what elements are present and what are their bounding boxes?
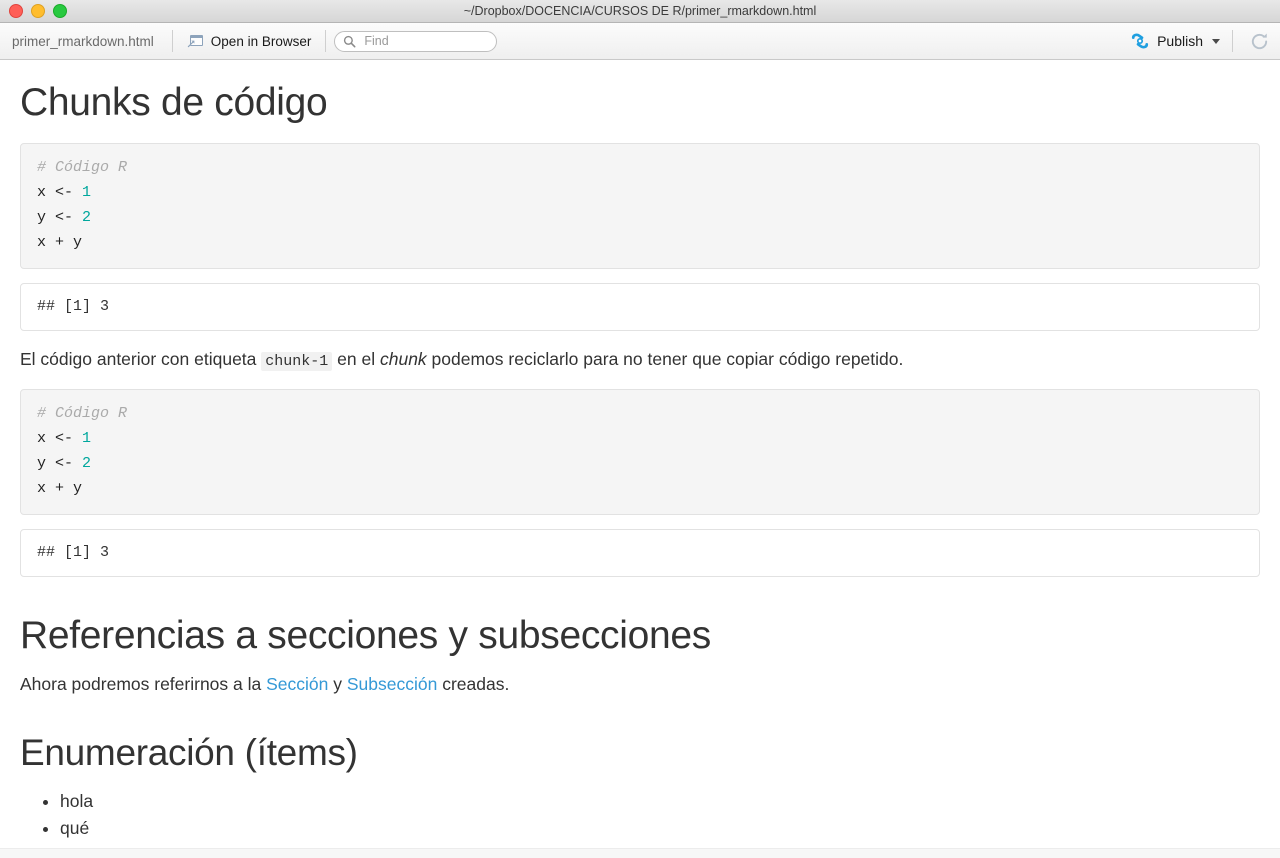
find-searchbox[interactable] [334,30,498,52]
code-number-4: 2 [82,454,92,472]
document-toolbar: primer_rmarkdown.html Open in Browser Pu… [0,23,1280,60]
code-line-3b: y <- [37,454,83,472]
code-number-3: 1 [82,429,92,447]
code-block-2: # Código R x <- 1 y <- 2 x + y [20,388,1260,515]
filename-label: primer_rmarkdown.html [12,33,154,49]
maximize-button[interactable] [53,4,67,18]
publish-label: Publish [1157,33,1203,49]
code-line-2: x <- [37,183,83,201]
paragraph-text-part3: podemos reciclarlo para no tener que cop… [426,348,904,369]
referencias-text-part1: Ahora podremos referirnos a la [20,673,267,694]
refresh-icon [1251,32,1268,49]
referencias-text-part2: y [328,673,347,694]
minimize-button[interactable] [31,4,45,18]
heading-enumeracion: Enumeración (ítems) [20,731,358,773]
code-number-1: 1 [82,183,92,201]
paragraph-chunk-explanation: El código anterior con etiqueta chunk-1 … [20,347,1260,373]
code-line-4: x + y [37,233,83,251]
window-title: ~/Dropbox/DOCENCIA/CURSOS DE R/primer_rm… [463,4,817,18]
code-number-2: 2 [82,208,92,226]
search-icon [344,35,356,47]
open-in-browser-button[interactable]: Open in Browser [181,31,318,52]
publish-icon [1131,33,1149,49]
code-line-4b: x + y [37,479,83,497]
referencias-text-part3: creadas. [437,673,510,694]
code-block-1: # Código R x <- 1 y <- 2 x + y [20,142,1260,269]
link-seccion[interactable]: Sección [266,674,328,694]
toolbar-divider-3 [1232,30,1233,52]
close-button[interactable] [9,4,23,18]
code-comment-2: # Código R [37,404,128,422]
window-titlebar: ~/Dropbox/DOCENCIA/CURSOS DE R/primer_rm… [0,0,1280,23]
paragraph-text-part1: El código anterior con etiqueta [20,348,262,369]
heading-referencias: Referencias a secciones y subsecciones [20,613,711,657]
code-line-2b: x <- [37,429,83,447]
output-block-2: ## [1] 3 [20,528,1260,577]
publish-button[interactable]: Publish [1125,30,1224,52]
toolbar-divider-1 [171,30,173,52]
paragraph-text-part2: en el [332,348,380,369]
open-in-browser-label: Open in Browser [210,33,312,49]
bottom-strip [0,848,1280,858]
list-item: qué [60,815,1260,843]
toolbar-divider-2 [325,30,327,52]
open-in-browser-icon [187,34,204,49]
arrow-glyph [187,40,195,47]
page-title: Chunks de código [20,81,328,124]
window-controls [0,4,67,18]
paragraph-emphasis: chunk [379,348,427,369]
paragraph-referencias: Ahora podremos referirnos a la Sección y… [20,672,1260,697]
output-block-1: ## [1] 3 [20,282,1260,331]
list-item: hola [60,788,1260,816]
search-input[interactable] [362,33,489,49]
chevron-down-icon[interactable] [1212,38,1220,44]
code-line-3: y <- [37,208,83,226]
inline-code-chunk-label: chunk-1 [261,351,333,371]
document-content: Chunks de código # Código R x <- 1 y <- … [0,60,1280,858]
link-subseccion[interactable]: Subsección [347,674,437,694]
code-comment: # Código R [37,158,128,176]
refresh-button[interactable] [1247,29,1272,54]
